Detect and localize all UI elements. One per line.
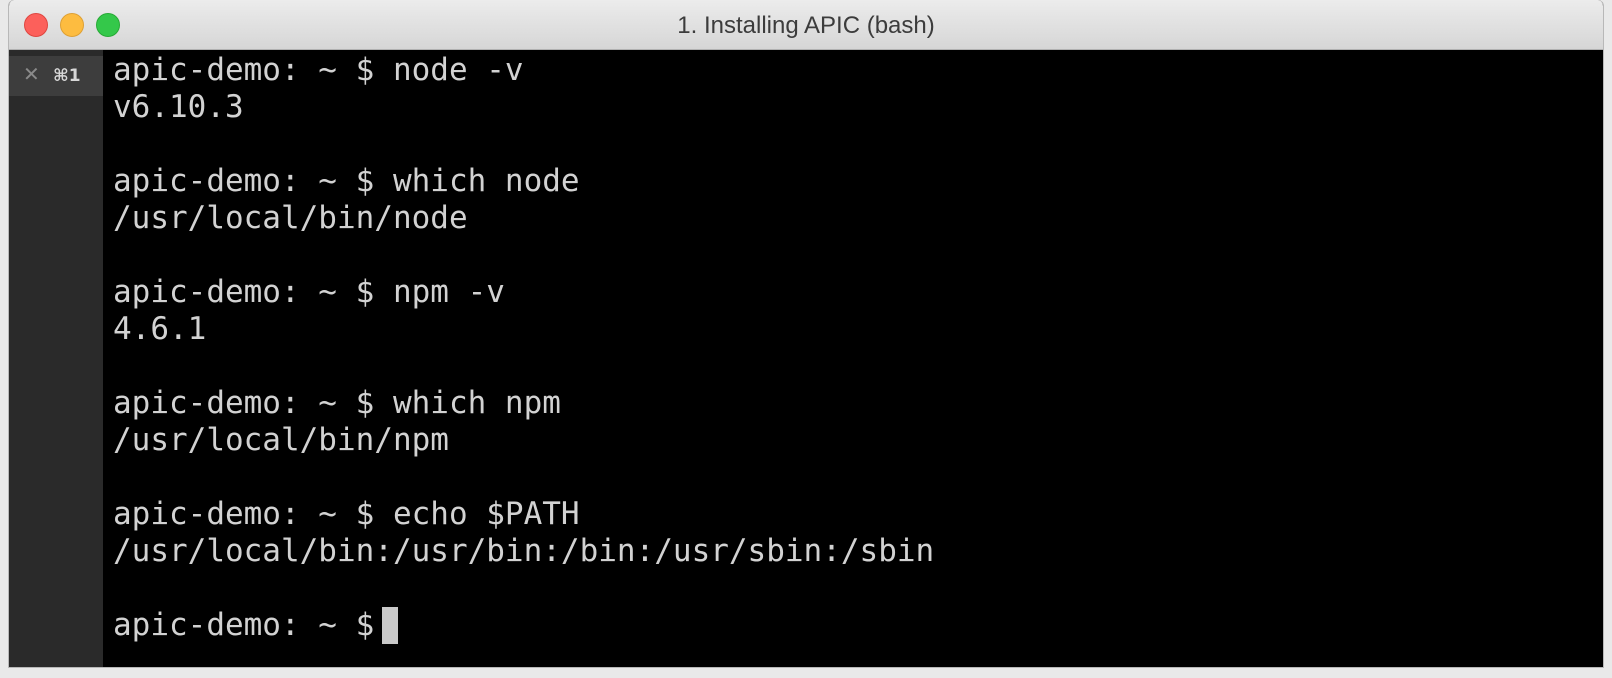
window-title: 1. Installing APIC (bash) [677, 12, 935, 39]
cursor [382, 607, 399, 644]
title-bar[interactable]: 1. Installing APIC (bash) [9, 0, 1603, 50]
tab-1[interactable]: ✕ ⌘1 [9, 56, 103, 96]
terminal-line: apic-demo: ~ $ echo $PATH [113, 496, 580, 532]
terminal-line: apic-demo: ~ $ npm -v [113, 274, 505, 310]
close-tab-icon[interactable]: ✕ [23, 62, 40, 86]
tab-shortcut-label: ⌘1 [53, 66, 81, 86]
prompt-line: apic-demo: ~ $ [113, 607, 1603, 644]
terminal-line: apic-demo: ~ $ which node [113, 163, 580, 199]
prompt-text: apic-demo: ~ $ [113, 607, 375, 643]
terminal-line: apic-demo: ~ $ node -v [113, 52, 524, 88]
terminal-window: 1. Installing APIC (bash) ✕ ⌘1 apic-demo… [8, 0, 1604, 668]
terminal-line: v6.10.3 [113, 89, 244, 125]
tab-sidebar: ✕ ⌘1 [9, 50, 103, 667]
terminal-line: 4.6.1 [113, 311, 207, 347]
terminal-output[interactable]: apic-demo: ~ $ node -v v6.10.3 apic-demo… [113, 52, 1603, 667]
terminal-line: apic-demo: ~ $ which npm [113, 385, 561, 421]
terminal-line: /usr/local/bin/node [113, 200, 468, 236]
terminal-line: /usr/local/bin:/usr/bin:/bin:/usr/sbin:/… [113, 533, 935, 569]
terminal-line: /usr/local/bin/npm [113, 422, 449, 458]
